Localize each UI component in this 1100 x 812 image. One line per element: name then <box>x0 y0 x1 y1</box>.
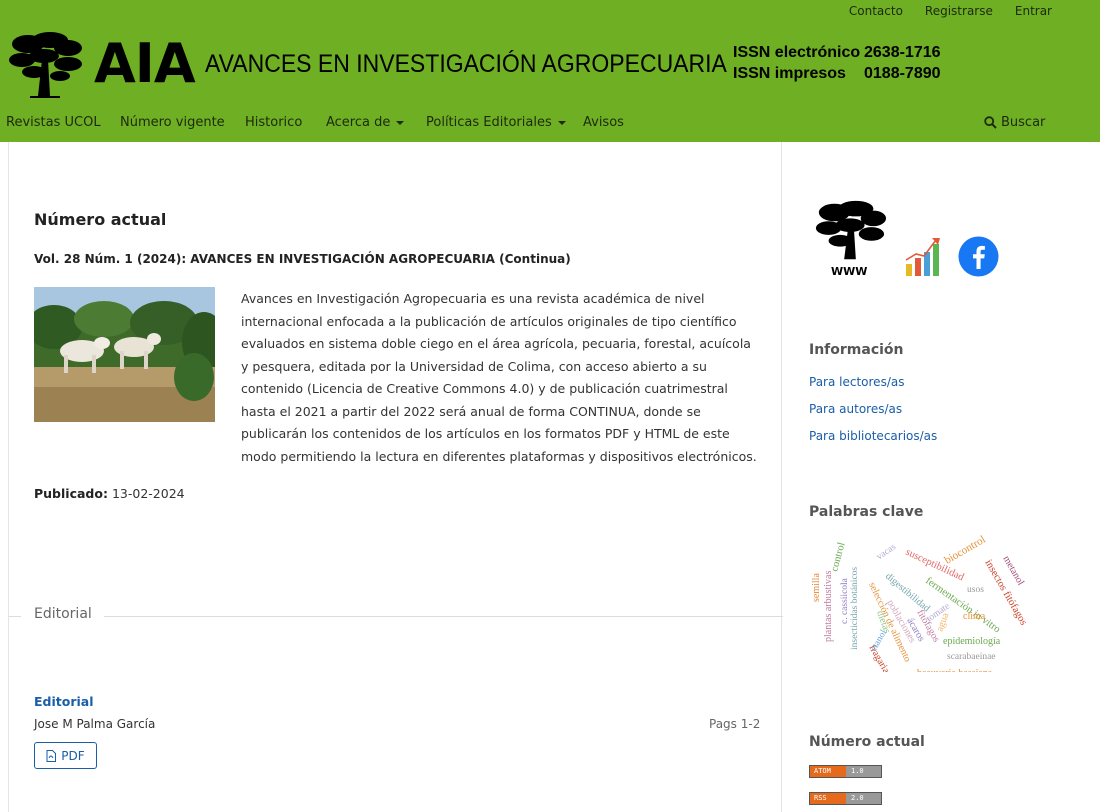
nav-revistas-ucol[interactable]: Revistas UCOL <box>6 115 101 130</box>
main-content: Número actual Vol. 28 Núm. 1 (2024): AVA… <box>8 142 783 812</box>
article-pages: Pags 1-2 <box>709 717 761 731</box>
cover-photo <box>34 287 215 422</box>
issn-value: 0188-7890 <box>864 65 941 82</box>
nav-label: Políticas Editoriales <box>426 115 552 130</box>
keyword-tag[interactable]: plantas arbustivas <box>823 571 834 642</box>
pdf-file-icon <box>46 749 57 762</box>
divider <box>9 616 21 617</box>
current-issue-heading: Número actual <box>809 734 925 750</box>
pdf-download-button[interactable]: PDF <box>34 742 97 769</box>
keyword-tag[interactable]: scarabaeinae <box>947 652 996 662</box>
keyword-tag[interactable]: insecticidas botánicos <box>850 567 860 650</box>
caret-down-icon <box>396 120 405 125</box>
page-title: Número actual <box>34 210 167 229</box>
nav-label: Acerca de <box>326 115 391 130</box>
issue-title[interactable]: Vol. 28 Núm. 1 (2024): AVANCES EN INVEST… <box>34 252 571 266</box>
article-author: Jose M Palma García <box>34 717 156 731</box>
keyword-tag[interactable]: beauveria bassiana <box>917 668 993 672</box>
tree-logo-icon[interactable] <box>813 197 887 267</box>
keyword-cloud: semilla controlplantas arbustivas c. cassi… <box>811 534 1029 672</box>
keyword-tag[interactable]: vacas <box>875 542 898 562</box>
site-logo[interactable]: AIA AVANCES EN INVESTIGACIÓN AGROPECUARI… <box>8 30 772 98</box>
keyword-tag[interactable]: semilla <box>811 573 822 602</box>
issn-label: ISSN impresos <box>733 65 846 82</box>
nav-acerca-de[interactable]: Acerca de <box>326 115 405 130</box>
issn-block: ISSN electrónico 2638-1716 ISSN impresos… <box>733 42 941 84</box>
readers-link[interactable]: Para lectores/as <box>809 375 904 389</box>
keyword-tag[interactable]: biocontrol <box>943 534 988 567</box>
keyword-tag[interactable]: c. cassiicola <box>840 577 850 624</box>
search-button[interactable]: Buscar <box>984 115 1045 130</box>
nav-historico[interactable]: Historico <box>245 115 302 130</box>
site-header: Contacto Registrarse Entrar AIA AVANCES … <box>0 0 1100 142</box>
nav-politicas-editoriales[interactable]: Políticas Editoriales <box>426 115 566 130</box>
caret-down-icon <box>557 120 566 125</box>
info-heading: Información <box>809 342 904 358</box>
nav-avisos[interactable]: Avisos <box>583 115 624 130</box>
issue-cover-image[interactable] <box>34 287 215 422</box>
contact-link[interactable]: Contacto <box>849 4 903 18</box>
atom-feed-badge[interactable]: ATOM 1.0 <box>809 765 882 778</box>
published-label: Publicado: <box>34 486 108 501</box>
keyword-tag[interactable]: clima <box>963 611 986 622</box>
issn-print: ISSN impresos 0188-7890 <box>733 63 941 84</box>
search-icon <box>984 116 997 129</box>
issn-value: 2638-1716 <box>864 44 941 61</box>
keyword-tag[interactable]: etanol <box>869 628 889 653</box>
stats-chart-icon[interactable] <box>904 236 944 278</box>
nav-numero-vigente[interactable]: Número vigente <box>120 115 225 130</box>
www-label: WWW <box>831 265 868 278</box>
issn-electronic: ISSN electrónico 2638-1716 <box>733 42 941 63</box>
feed-type: RSS <box>810 793 846 804</box>
journal-name: AVANCES EN INVESTIGACIÓN AGROPECUARIA <box>204 49 727 78</box>
keyword-tag[interactable]: control <box>829 541 847 573</box>
logo-acronym: AIA <box>94 32 196 95</box>
rss-feed-badge[interactable]: RSS 2.0 <box>809 792 882 805</box>
main-nav: Revistas UCOL Número vigente Historico A… <box>0 112 1100 136</box>
issue-description: Avances en Investigación Agropecuaria es… <box>241 291 757 464</box>
keywords-heading: Palabras clave <box>809 504 924 520</box>
register-link[interactable]: Registrarse <box>925 4 993 18</box>
article-title-link[interactable]: Editorial <box>34 694 94 709</box>
published-date: Publicado: 13-02-2024 <box>34 486 185 501</box>
divider <box>104 616 783 617</box>
search-label: Buscar <box>1001 115 1046 130</box>
pdf-label: PDF <box>61 748 85 763</box>
issn-label: ISSN electrónico <box>733 44 861 61</box>
section-heading: Editorial <box>9 604 783 628</box>
published-value: 13-02-2024 <box>111 486 185 501</box>
section-title: Editorial <box>34 606 92 622</box>
user-nav: Contacto Registrarse Entrar <box>827 4 1052 18</box>
keyword-tag[interactable]: usos <box>967 585 984 595</box>
authors-link[interactable]: Para autores/as <box>809 402 902 416</box>
feed-version: 2.0 <box>846 793 881 804</box>
login-link[interactable]: Entrar <box>1015 4 1052 18</box>
librarians-link[interactable]: Para bibliotecarios/as <box>809 429 937 443</box>
sidebar: WWW Información Para lectores/as Para au… <box>783 142 1100 812</box>
feed-type: ATOM <box>810 766 846 777</box>
facebook-icon[interactable] <box>958 236 999 277</box>
keyword-tag[interactable]: epidemiología <box>943 636 1001 647</box>
feed-version: 1.0 <box>846 766 881 777</box>
tree-logo-icon <box>9 32 82 98</box>
